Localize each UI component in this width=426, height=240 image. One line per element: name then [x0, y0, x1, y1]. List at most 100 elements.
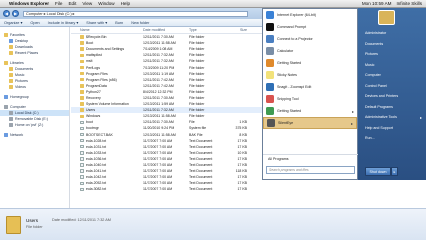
desktop-icon [9, 39, 13, 43]
start-place-item[interactable]: Default Programs [358, 102, 426, 113]
file-date: 11/7/2007 7:00 AM [143, 150, 173, 155]
start-place-item[interactable]: Computer [358, 70, 426, 81]
burn-button[interactable]: Burn [115, 21, 123, 25]
start-place-item[interactable]: Administrative Tools ▸ [358, 112, 426, 123]
file-type: Text Document [189, 169, 213, 174]
file-date: 11/7/2007 7:00 AM [143, 187, 173, 192]
file-date: 12/13/2011 1:59 AM [143, 102, 175, 107]
file-size: 10 KB [237, 150, 247, 155]
program-icon [266, 83, 274, 91]
folder-icon [80, 90, 84, 94]
address-bar[interactable]: Computer ▸ Local Disk (C:) ▸ [23, 10, 248, 17]
file-row[interactable]: eula.3082.txt 11/7/2007 7:00 AM Text Docum… [71, 186, 264, 192]
include-library-button[interactable]: Include in library ▾ [48, 20, 79, 25]
file-date: 12/11/2011 7:32 AM [143, 53, 174, 58]
start-item[interactable]: SilentEye ▸ [263, 117, 357, 129]
start-search-input[interactable]: Search programs and files [266, 166, 355, 174]
column-date[interactable]: Date modified [143, 28, 189, 32]
file-type: File folder [189, 47, 205, 52]
navigation-pane: Favorites Desktop Downloads Recent Place… [0, 27, 70, 208]
start-place-item[interactable]: Music [358, 60, 426, 71]
column-size[interactable]: Size [227, 28, 247, 32]
menubar-app-name[interactable]: Windows Explorer [9, 1, 49, 6]
user-avatar[interactable] [378, 10, 395, 25]
file-name: eula.1028.txt [86, 138, 107, 143]
menu-window[interactable]: Window [98, 1, 114, 6]
start-item[interactable]: Snagit - Zoomspi Edit [263, 81, 357, 93]
start-item[interactable]: Calculator [263, 45, 357, 57]
new-folder-button[interactable]: New folder [131, 21, 149, 25]
back-button[interactable]: ◀ [3, 10, 10, 17]
start-item[interactable]: Sticky Notes [263, 69, 357, 81]
start-place-item[interactable]: Pictures [358, 49, 426, 60]
column-type[interactable]: Type [189, 28, 227, 32]
start-item[interactable]: Internet Explorer (64-bit) [263, 9, 357, 21]
computer-icon [4, 105, 8, 109]
file-type: File folder [189, 35, 205, 40]
menu-file[interactable]: File [55, 1, 62, 6]
folder-icon [80, 71, 84, 76]
file-name: mslt [86, 59, 93, 64]
menu-view[interactable]: View [82, 1, 92, 6]
file-date: 12/11/2011 7:42 AM [143, 83, 174, 88]
program-icon [266, 59, 274, 67]
folder-icon [80, 59, 84, 64]
share-with-button[interactable]: Share with ▾ [86, 20, 107, 25]
file-type: Text Document [189, 181, 213, 186]
file-name: bootmgr [86, 126, 99, 131]
open-button[interactable]: Open [30, 21, 39, 25]
nav-network[interactable]: Network [0, 132, 69, 138]
start-item[interactable]: Command Prompt [263, 21, 357, 33]
folder-icon [80, 77, 84, 82]
menubar-clock[interactable]: Mon 10:59 AM [362, 1, 392, 6]
start-place-item[interactable]: Devices and Printers [358, 91, 426, 102]
file-size: 375 KB [235, 126, 247, 131]
file-size: 8 KB [239, 132, 247, 137]
file-type: File [189, 120, 195, 125]
folder-icon [9, 79, 13, 83]
file-icon [80, 138, 84, 143]
file-date: 12/11/2011 7:42 AM [143, 77, 174, 82]
menu-help[interactable]: Help [121, 1, 130, 6]
shutdown-button[interactable]: Shut down [365, 167, 391, 176]
file-name: eula.1031.txt [86, 144, 107, 149]
program-icon [266, 71, 274, 79]
start-place-item[interactable]: Administrator [358, 28, 426, 39]
file-size: 17 KB [237, 144, 247, 149]
start-item[interactable]: Snipping Tool [263, 93, 357, 105]
file-name: eula.1041.txt [86, 169, 107, 174]
network-icon [4, 133, 8, 137]
start-item[interactable]: Getting Started ▸ [263, 105, 357, 117]
submenu-arrow-icon: ▸ [350, 120, 353, 126]
file-type: Text Document [189, 144, 213, 149]
file-type: Text Document [189, 175, 213, 180]
drive-icon [9, 111, 13, 115]
folder-icon [80, 102, 84, 106]
details-type: File folder [26, 225, 43, 229]
file-date: 12/13/2011 1:19 AM [143, 71, 175, 76]
file-type: Text Document [189, 138, 213, 143]
folder-icon [80, 114, 84, 119]
file-date: 11/7/2007 7:00 AM [143, 181, 173, 186]
forward-button[interactable]: ▶ [12, 10, 19, 17]
start-place-item[interactable]: Help and Support [358, 123, 426, 134]
program-icon [266, 95, 274, 103]
file-name: $Recycle.Bin [86, 35, 107, 40]
menu-edit[interactable]: Edit [68, 1, 76, 6]
file-date: 12/13/2011 11:58 AM [143, 114, 176, 119]
column-name[interactable]: Name [71, 28, 143, 32]
start-place-item[interactable]: Control Panel [358, 81, 426, 92]
start-place-item[interactable]: Documents [358, 39, 426, 50]
organize-button[interactable]: Organize ▾ [4, 20, 22, 25]
file-type: Text Document [189, 150, 213, 155]
file-type: Text Document [189, 163, 213, 168]
start-item[interactable]: Getting Started [263, 57, 357, 69]
start-item[interactable]: Connect to a Projector [263, 33, 357, 45]
file-type: System file [189, 126, 207, 131]
folder-icon [6, 216, 21, 234]
all-programs-button[interactable]: All Programs [263, 154, 358, 162]
file-name: eula.3082.txt [86, 187, 107, 192]
file-type: BAK File [189, 132, 203, 137]
shutdown-options-button[interactable]: ▸ [391, 167, 398, 176]
start-place-item[interactable]: Run... [358, 133, 426, 144]
